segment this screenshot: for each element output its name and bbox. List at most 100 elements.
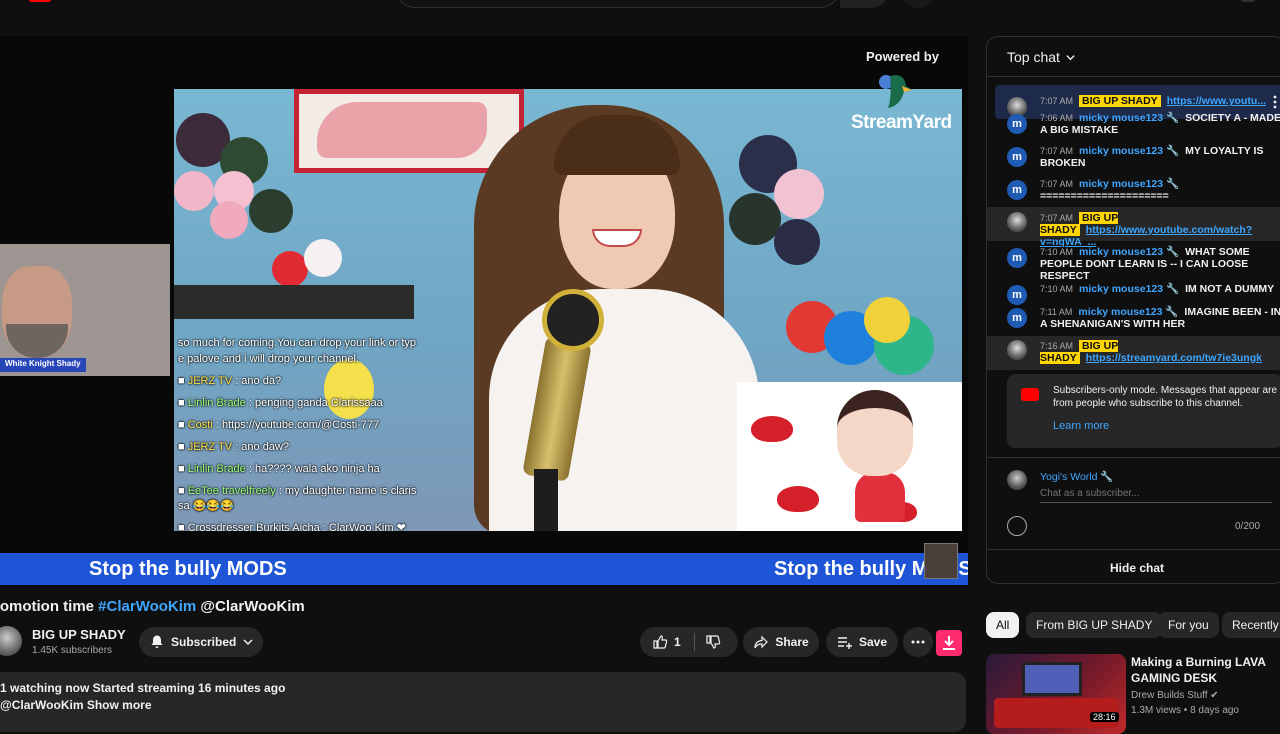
chat-input[interactable] bbox=[1040, 488, 1272, 503]
top-chat-dropdown[interactable]: Top chat bbox=[1007, 49, 1076, 65]
youtube-icon bbox=[1021, 388, 1039, 401]
char-counter: 0/200 bbox=[1235, 521, 1261, 532]
balloon bbox=[210, 201, 248, 239]
chat-message-body: 7:16 AM BIG UP SHADY https://streamyard.co… bbox=[1040, 340, 1262, 364]
kiss-icon bbox=[777, 486, 819, 512]
recommended-video-title[interactable]: Making a Burning LAVA GAMING DESK bbox=[1131, 654, 1271, 686]
description-show-more[interactable]: @ClarWooKim Show more bbox=[0, 698, 152, 712]
like-divider bbox=[694, 633, 695, 651]
sticker-girl-face bbox=[837, 390, 913, 476]
chat-message-body: 7:06 AM micky mouse123 🔧 SOCIETY A - MADE … bbox=[1040, 112, 1280, 136]
voice-search-button[interactable] bbox=[903, 0, 933, 8]
like-button[interactable]: 1 bbox=[640, 627, 738, 657]
account-avatar[interactable] bbox=[1240, 0, 1256, 2]
overlay-chat-line: ■ Costi : https://youtube.com/@Costi-777 bbox=[178, 419, 380, 431]
wall-picture-art bbox=[317, 102, 487, 158]
subscribers-only-notice: Subscribers-only mode. Messages that app… bbox=[1007, 374, 1280, 448]
chat-avatar: m bbox=[1007, 308, 1027, 328]
overlay-chat-line: ■ Crossdresser Burkits Aicha : ClarWoo K… bbox=[178, 522, 406, 531]
emoji-icon[interactable] bbox=[1007, 516, 1027, 536]
balloon bbox=[729, 193, 781, 245]
subscribed-label: Subscribed bbox=[171, 635, 237, 649]
microphone-icon bbox=[542, 289, 604, 351]
chip-all[interactable]: All bbox=[986, 612, 1020, 638]
guest-beard bbox=[6, 324, 68, 358]
ticker-banner: Stop the bully MODS Stop the bully MODS bbox=[0, 553, 968, 585]
download-button[interactable] bbox=[936, 630, 962, 656]
keyboard-stand bbox=[174, 285, 414, 319]
chat-title: Top chat bbox=[1007, 49, 1060, 65]
chip-recently[interactable]: Recently bbox=[1222, 612, 1280, 638]
streamyard-duck-icon bbox=[879, 75, 912, 108]
youtube-logo[interactable] bbox=[28, 0, 52, 2]
sticker-girl-dress bbox=[855, 472, 905, 522]
video-title: romotion time #ClarWooKim @ClarWooKim bbox=[0, 598, 305, 615]
chip-for-you[interactable]: For you bbox=[1158, 612, 1219, 638]
stream-overlay-chat: so much for coming.You can drop your lin… bbox=[174, 333, 474, 531]
chat-message-body: 7:11 AM micky mouse123 🔧 IMAGINE BEEN - IN… bbox=[1040, 306, 1280, 330]
like-count: 1 bbox=[674, 635, 681, 649]
streamer-body bbox=[489, 289, 759, 531]
channel-name[interactable]: BIG UP SHADY bbox=[32, 627, 126, 642]
playlist-add-icon bbox=[837, 637, 852, 649]
recommended-views: 1.3M views • 8 days ago bbox=[1131, 705, 1239, 716]
more-actions-button[interactable] bbox=[903, 627, 933, 657]
chat-message[interactable]: 7:07 AM BIG UP SHADY https://www.youtube.c… bbox=[987, 207, 1280, 248]
overlay-chat-line: ■ Linlin Brade : ha???? wala ako ninja h… bbox=[178, 463, 380, 475]
chat-message-body: 7:07 AM BIG UP SHADY https://www.youtube.c… bbox=[1040, 212, 1253, 248]
notice-text: Subscribers-only mode. Messages that app… bbox=[1053, 385, 1278, 409]
balloon bbox=[774, 219, 820, 265]
chat-header: Top chat bbox=[987, 37, 1280, 77]
subscribed-button[interactable]: Subscribed bbox=[139, 627, 263, 657]
thumbs-up-icon bbox=[653, 635, 668, 649]
balloon bbox=[864, 297, 910, 343]
share-button[interactable]: Share bbox=[743, 627, 819, 657]
balloon bbox=[304, 239, 342, 277]
hashtag-link[interactable]: #ClarWooKim bbox=[98, 598, 196, 615]
overlay-chat-line: ■ JERZ TV : ano daw? bbox=[178, 441, 290, 453]
chevron-down-icon bbox=[1066, 54, 1075, 60]
share-label: Share bbox=[775, 635, 809, 649]
overlay-chat-line: ■ EeTee travelfreely : my daughter name … bbox=[178, 485, 417, 497]
subscriber-count: 1.45K subscribers bbox=[32, 645, 113, 656]
chip-from-channel[interactable]: From BIG UP SHADY bbox=[1026, 612, 1163, 638]
overlay-chat-line: ■ JERZ TV : ano da? bbox=[178, 375, 282, 387]
chat-avatar: m bbox=[1007, 147, 1027, 167]
live-chat-panel: Top chat 7:07 AM BIG UP SHADY https://www.… bbox=[986, 36, 1280, 584]
balloon bbox=[174, 171, 214, 211]
user-avatar bbox=[1007, 470, 1027, 490]
download-icon bbox=[943, 636, 955, 650]
overlay-chat-line: ■ Linlin Brade : penging ganda Clarissaa… bbox=[178, 397, 383, 409]
channel-avatar[interactable] bbox=[0, 626, 22, 656]
chat-avatar: m bbox=[1007, 180, 1027, 200]
guest-camera bbox=[0, 244, 170, 376]
kiss-icon bbox=[751, 416, 793, 442]
sticker-overlay bbox=[737, 382, 962, 531]
search-button[interactable] bbox=[840, 0, 890, 8]
chat-avatar: m bbox=[1007, 114, 1027, 134]
overlay-chat-line: e palove and i will drop your channel. bbox=[178, 353, 360, 365]
recommended-video-thumbnail[interactable] bbox=[986, 654, 1126, 734]
chat-avatar: m bbox=[1007, 285, 1027, 305]
chat-message-body: 7:07 AM micky mouse123 🔧=================… bbox=[1040, 178, 1180, 202]
powered-by-label: Powered by bbox=[866, 49, 939, 64]
thumbnail-monitor bbox=[1022, 662, 1082, 696]
balloon bbox=[774, 169, 824, 219]
chat-message-body: 7:10 AM micky mouse123 🔧 IM NOT A DUMMY bbox=[1040, 283, 1275, 295]
learn-more-link[interactable]: Learn more bbox=[1053, 420, 1109, 432]
more-horizontal-icon bbox=[911, 640, 925, 644]
stream-main-video: so much for coming.You can drop your lin… bbox=[174, 89, 962, 531]
save-label: Save bbox=[858, 635, 888, 649]
recommended-channel[interactable]: Drew Builds Stuff ✔ bbox=[1131, 690, 1219, 701]
dislike-button[interactable] bbox=[705, 634, 721, 650]
overlay-chat-line: so much for coming.You can drop your lin… bbox=[178, 337, 417, 349]
chat-message[interactable]: 7:16 AM BIG UP SHADY https://streamyard.co… bbox=[987, 336, 1280, 370]
banner-text: Stop the bully MODS bbox=[89, 558, 287, 580]
chat-message-body: 7:10 AM micky mouse123 🔧 WHAT SOME PEOPLE … bbox=[1040, 246, 1250, 282]
overlay-chat-line: sa 😂😂😂 bbox=[178, 500, 234, 512]
hide-chat-button[interactable]: Hide chat bbox=[987, 549, 1280, 583]
search-input[interactable] bbox=[395, 0, 840, 8]
live-status-line: 1 watching now Started streaming 16 minu… bbox=[0, 681, 286, 695]
more-vertical-icon[interactable] bbox=[1273, 95, 1277, 109]
save-button[interactable]: Save bbox=[826, 627, 898, 657]
